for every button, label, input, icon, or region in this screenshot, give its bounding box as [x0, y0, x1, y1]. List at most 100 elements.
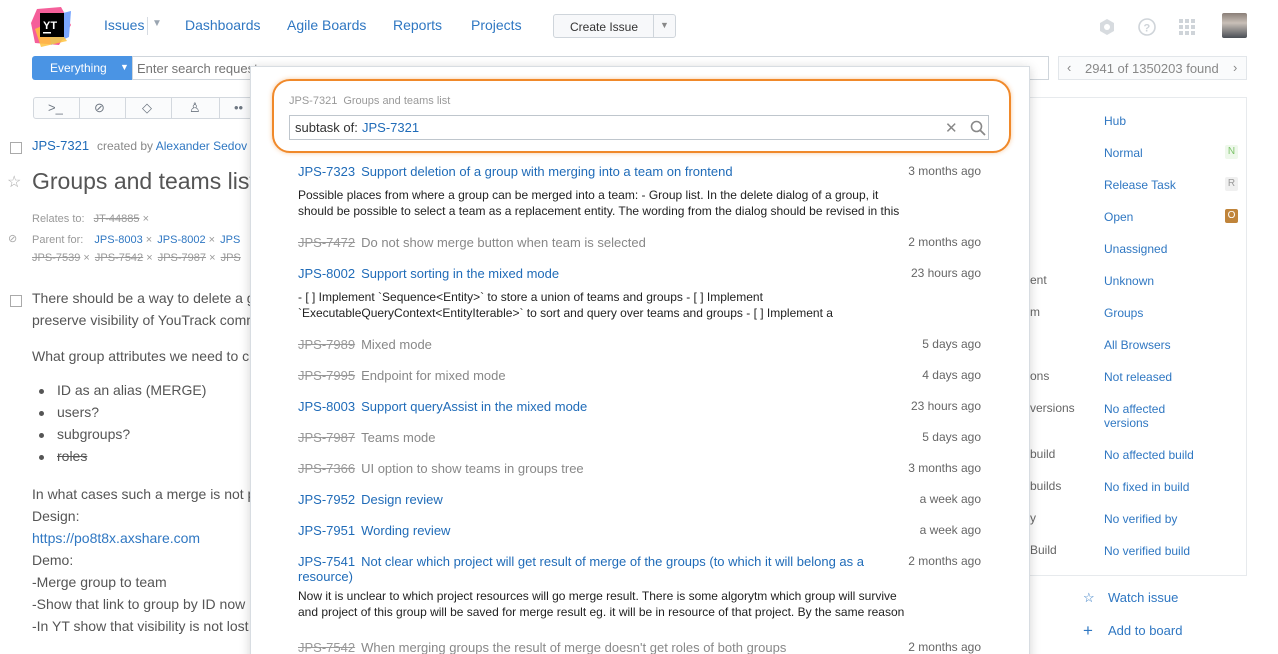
- search-scope-dropdown[interactable]: Everything ▼: [32, 56, 132, 80]
- query-input[interactable]: subtask of: JPS-7321 ✕: [289, 115, 989, 140]
- field-team[interactable]: Groups: [1104, 306, 1143, 320]
- create-issue-button[interactable]: Create Issue ▼: [553, 14, 676, 38]
- hexagon-icon[interactable]: [1097, 17, 1117, 37]
- star-icon[interactable]: ☆: [7, 172, 21, 192]
- field-type[interactable]: Release Task: [1104, 178, 1176, 192]
- parent-link[interactable]: JPS: [221, 252, 241, 264]
- field-assignee[interactable]: Unassigned: [1104, 242, 1167, 256]
- apps-grid-icon[interactable]: [1177, 17, 1197, 37]
- result-time: 2 months ago: [908, 640, 981, 654]
- command-icon[interactable]: >_: [48, 100, 63, 115]
- result-summary[interactable]: When merging groups the result of merge …: [361, 640, 786, 654]
- search-icon[interactable]: [970, 120, 986, 136]
- result-item[interactable]: JPS-7989 Mixed mode 5 days ago: [298, 337, 988, 352]
- relates-link[interactable]: JT-44885: [94, 213, 140, 225]
- field-subsystem[interactable]: Unknown: [1104, 274, 1154, 288]
- chevron-down-icon[interactable]: ▼: [152, 18, 162, 29]
- field-project[interactable]: Hub: [1104, 114, 1126, 128]
- nav-projects[interactable]: Projects: [471, 17, 522, 33]
- result-item[interactable]: JPS-8002 Support sorting in the mixed mod…: [298, 266, 988, 321]
- watch-issue-link[interactable]: Watch issue: [1108, 590, 1178, 605]
- result-summary[interactable]: Do not show merge button when team is se…: [361, 235, 646, 250]
- result-id[interactable]: JPS-7472: [298, 235, 355, 250]
- issue-toolbar: >_ ⊘ ◇ ♙ ••: [33, 97, 263, 119]
- result-item[interactable]: JPS-7541 Not clear which project will get…: [298, 554, 988, 620]
- result-id[interactable]: JPS-7951: [298, 523, 355, 538]
- tag-icon[interactable]: ◇: [142, 100, 152, 116]
- result-item[interactable]: JPS-7472 Do not show merge button when te…: [298, 235, 988, 250]
- result-item[interactable]: JPS-7366 UI option to show teams in group…: [298, 461, 988, 476]
- add-to-board-link[interactable]: Add to board: [1108, 623, 1182, 638]
- result-id[interactable]: JPS-7541: [298, 554, 355, 569]
- plus-icon[interactable]: +: [1083, 621, 1093, 641]
- field-browser[interactable]: All Browsers: [1104, 338, 1171, 352]
- result-summary[interactable]: Endpoint for mixed mode: [361, 368, 506, 383]
- result-summary[interactable]: Teams mode: [361, 430, 435, 445]
- result-id[interactable]: JPS-7995: [298, 368, 355, 383]
- field-priority[interactable]: Normal: [1104, 146, 1143, 160]
- field-verified-build[interactable]: No verified build: [1104, 544, 1190, 558]
- result-item[interactable]: JPS-7323 Support deletion of a group with…: [298, 164, 988, 219]
- chevron-right-icon[interactable]: ›: [1233, 60, 1237, 75]
- field-state[interactable]: Open: [1104, 210, 1133, 224]
- parent-link[interactable]: JPS: [220, 234, 240, 246]
- issue-title: Groups and teams list: [32, 168, 256, 194]
- parent-link[interactable]: JPS-8002: [157, 234, 205, 246]
- chevron-down-icon[interactable]: ▼: [660, 20, 669, 30]
- result-item[interactable]: JPS-7952 Design review a week ago: [298, 492, 988, 507]
- result-item[interactable]: JPS-7542 When merging groups the result o…: [298, 640, 988, 654]
- result-id[interactable]: JPS-7366: [298, 461, 355, 476]
- priority-badge: N: [1225, 145, 1238, 159]
- result-id[interactable]: JPS-7323: [298, 164, 355, 179]
- parent-link[interactable]: JPS-8003: [94, 234, 142, 246]
- result-summary[interactable]: Not clear which project will get result …: [298, 554, 864, 584]
- parent-link[interactable]: JPS-7539: [32, 252, 80, 264]
- result-summary[interactable]: UI option to show teams in groups tree: [361, 461, 584, 476]
- youtrack-logo[interactable]: YT: [31, 7, 73, 47]
- result-id[interactable]: JPS-7989: [298, 337, 355, 352]
- link-icon[interactable]: ⊘: [94, 100, 105, 116]
- result-summary[interactable]: Wording review: [361, 523, 450, 538]
- parent-link[interactable]: JPS-7542: [95, 252, 143, 264]
- chevron-left-icon[interactable]: ‹: [1067, 60, 1071, 75]
- copy-icon[interactable]: [10, 295, 22, 307]
- result-summary[interactable]: Support deletion of a group with merging…: [361, 164, 732, 179]
- result-id[interactable]: JPS-8002: [298, 266, 355, 281]
- copy-icon[interactable]: [10, 142, 22, 154]
- close-icon[interactable]: ✕: [945, 119, 958, 137]
- result-id[interactable]: JPS-8003: [298, 399, 355, 414]
- author-link[interactable]: Alexander Sedov: [156, 139, 247, 153]
- parent-link[interactable]: JPS-7987: [158, 252, 206, 264]
- field-fix-versions[interactable]: Not released: [1104, 370, 1172, 384]
- result-item[interactable]: JPS-7995 Endpoint for mixed mode 4 days a…: [298, 368, 988, 383]
- result-description-line: - [ ] Implement `Sequence<Entity>` to st…: [298, 290, 763, 304]
- result-time: 5 days ago: [922, 337, 981, 351]
- result-item[interactable]: JPS-7951 Wording review a week ago: [298, 523, 988, 538]
- result-summary[interactable]: Mixed mode: [361, 337, 432, 352]
- field-fixed-in-build[interactable]: No fixed in build: [1104, 480, 1189, 494]
- result-summary[interactable]: Design review: [361, 492, 443, 507]
- result-id[interactable]: JPS-7542: [298, 640, 355, 654]
- result-id[interactable]: JPS-7952: [298, 492, 355, 507]
- user-avatar[interactable]: [1222, 13, 1247, 38]
- field-affected-build[interactable]: No affected build: [1104, 448, 1194, 462]
- nav-reports[interactable]: Reports: [393, 17, 442, 33]
- issue-id-link[interactable]: JPS-7321: [32, 138, 89, 153]
- field-label: m: [1030, 305, 1040, 319]
- help-icon[interactable]: ?: [1137, 17, 1157, 37]
- result-item[interactable]: JPS-7987 Teams mode 5 days ago: [298, 430, 988, 445]
- field-verified-by[interactable]: No verified by: [1104, 512, 1177, 526]
- nav-agile-boards[interactable]: Agile Boards: [287, 17, 366, 33]
- more-icon[interactable]: ••: [234, 100, 243, 115]
- result-summary[interactable]: Support sorting in the mixed mode: [361, 266, 559, 281]
- result-id[interactable]: JPS-7987: [298, 430, 355, 445]
- design-link[interactable]: https://po8t8x.axshare.com: [32, 530, 200, 546]
- nav-issues[interactable]: Issues: [104, 17, 144, 33]
- nav-dashboards[interactable]: Dashboards: [185, 17, 261, 33]
- assignee-icon[interactable]: ♙: [189, 100, 201, 116]
- result-summary[interactable]: Support queryAssist in the mixed mode: [361, 399, 587, 414]
- field-affected-versions[interactable]: No affected versions: [1104, 402, 1194, 430]
- star-icon[interactable]: ☆: [1083, 590, 1095, 606]
- result-title[interactable]: JPS-7541 Not clear which project will get…: [298, 554, 888, 584]
- result-item[interactable]: JPS-8003 Support queryAssist in the mixed…: [298, 399, 988, 414]
